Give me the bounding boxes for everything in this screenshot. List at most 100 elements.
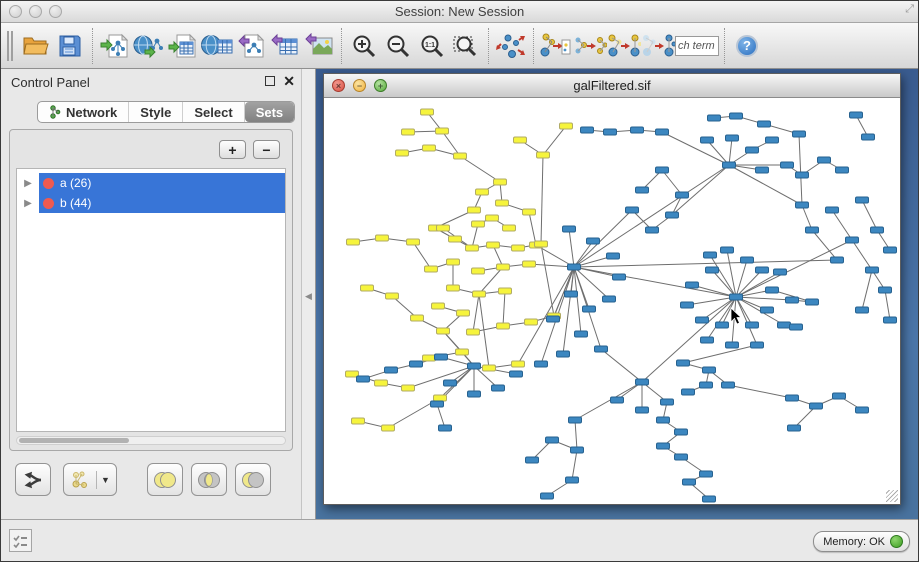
collapse-panel-icon[interactable]: ◀ <box>305 291 312 302</box>
float-panel-button[interactable] <box>265 76 275 86</box>
graph-edge[interactable] <box>832 210 852 240</box>
graph-edge[interactable] <box>729 138 732 165</box>
graph-edge[interactable] <box>862 200 877 230</box>
graph-node-blue[interactable] <box>701 137 714 143</box>
graph-edge[interactable] <box>529 212 536 245</box>
graph-node-yellow[interactable] <box>456 349 469 355</box>
graph-edge[interactable] <box>812 230 837 260</box>
graph-node-blue[interactable] <box>444 380 457 386</box>
help-button[interactable]: ? <box>730 29 764 63</box>
graph-node-yellow[interactable] <box>434 395 447 401</box>
graph-node-blue[interactable] <box>786 297 799 303</box>
graph-node-blue[interactable] <box>831 257 844 263</box>
graph-edge[interactable] <box>852 240 872 270</box>
graph-node-yellow[interactable] <box>347 239 360 245</box>
graph-edge[interactable] <box>541 155 543 244</box>
graph-node-blue[interactable] <box>796 172 809 178</box>
graph-node-blue[interactable] <box>675 454 688 460</box>
new-network-from-selection-button[interactable] <box>539 29 573 63</box>
graph-node-blue[interactable] <box>682 389 695 395</box>
graph-edge[interactable] <box>799 134 802 205</box>
tab-sets[interactable]: Sets <box>245 102 294 122</box>
graph-edge[interactable] <box>472 224 478 248</box>
graph-node-blue[interactable] <box>806 299 819 305</box>
graph-node-yellow[interactable] <box>447 285 460 291</box>
graph-node-yellow[interactable] <box>437 328 450 334</box>
graph-node-blue[interactable] <box>833 393 846 399</box>
graph-node-blue[interactable] <box>581 127 594 133</box>
graph-edge[interactable] <box>575 420 577 450</box>
graph-node-yellow[interactable] <box>425 266 438 272</box>
graph-node-blue[interactable] <box>431 401 444 407</box>
graph-node-blue[interactable] <box>657 417 670 423</box>
graph-node-blue[interactable] <box>681 302 694 308</box>
graph-node-blue[interactable] <box>666 212 679 218</box>
dropdown-caret-icon[interactable]: ▼ <box>101 475 110 485</box>
graph-node-blue[interactable] <box>741 257 754 263</box>
graph-node-blue[interactable] <box>492 385 505 391</box>
union-sets-button[interactable] <box>147 463 183 496</box>
graph-node-blue[interactable] <box>676 192 689 198</box>
graph-node-blue[interactable] <box>541 493 554 499</box>
graph-node-yellow[interactable] <box>525 319 538 325</box>
graph-node-blue[interactable] <box>656 167 669 173</box>
graph-node-blue[interactable] <box>657 443 670 449</box>
graph-node-blue[interactable] <box>856 407 869 413</box>
graph-node-blue[interactable] <box>569 417 582 423</box>
graph-node-blue[interactable] <box>604 129 617 135</box>
graph-node-yellow[interactable] <box>497 323 510 329</box>
graph-node-blue[interactable] <box>385 367 398 373</box>
graph-node-blue[interactable] <box>683 479 696 485</box>
graph-node-blue[interactable] <box>726 135 739 141</box>
graph-edge[interactable] <box>569 229 574 267</box>
graph-edge[interactable] <box>642 297 736 382</box>
difference-sets-button[interactable] <box>235 463 271 496</box>
graph-node-blue[interactable] <box>884 247 897 253</box>
graph-node-blue[interactable] <box>810 403 823 409</box>
graph-node-blue[interactable] <box>583 306 596 312</box>
graph-node-blue[interactable] <box>675 429 688 435</box>
graph-node-yellow[interactable] <box>473 291 486 297</box>
graph-edge[interactable] <box>728 385 792 398</box>
graph-node-blue[interactable] <box>357 376 370 382</box>
horizontal-scrollbar[interactable] <box>16 436 286 445</box>
graph-node-blue[interactable] <box>756 267 769 273</box>
graph-node-blue[interactable] <box>793 131 806 137</box>
graph-node-yellow[interactable] <box>437 225 450 231</box>
graph-node-blue[interactable] <box>721 247 734 253</box>
graph-node-blue[interactable] <box>686 282 699 288</box>
graph-edge[interactable] <box>473 294 479 332</box>
export-network-button[interactable] <box>234 29 268 63</box>
graph-node-blue[interactable] <box>701 337 714 343</box>
graph-node-blue[interactable] <box>656 129 669 135</box>
graph-node-yellow[interactable] <box>423 355 436 361</box>
network-canvas[interactable] <box>324 98 900 504</box>
graph-node-yellow[interactable] <box>537 152 550 158</box>
graph-node-blue[interactable] <box>557 351 570 357</box>
graph-node-blue[interactable] <box>774 269 787 275</box>
graph-node-yellow[interactable] <box>375 380 388 386</box>
graph-edge[interactable] <box>885 290 890 320</box>
graph-node-blue[interactable] <box>587 238 600 244</box>
graph-node-blue[interactable] <box>879 287 892 293</box>
graph-node-yellow[interactable] <box>454 153 467 159</box>
graph-node-blue[interactable] <box>700 471 713 477</box>
save-session-button[interactable] <box>53 29 87 63</box>
set-list-item-b[interactable]: ▶ b (44) <box>17 193 285 213</box>
graph-edge[interactable] <box>437 404 445 428</box>
apply-layout-button[interactable] <box>494 29 528 63</box>
graph-node-blue[interactable] <box>706 267 719 273</box>
fullscreen-icon[interactable]: ⤢ <box>905 3 914 16</box>
graph-node-yellow[interactable] <box>376 235 389 241</box>
graph-node-blue[interactable] <box>611 397 624 403</box>
graph-edge[interactable] <box>601 349 642 382</box>
graph-node-blue[interactable] <box>607 253 620 259</box>
graph-node-blue[interactable] <box>730 294 743 300</box>
graph-edge[interactable] <box>543 126 566 155</box>
network-window-titlebar[interactable]: × − + galFiltered.sif <box>324 74 900 98</box>
graph-node-yellow[interactable] <box>503 225 516 231</box>
import-network-file-button[interactable] <box>98 29 132 63</box>
panel-divider[interactable]: ◀ <box>301 69 316 519</box>
graph-node-blue[interactable] <box>563 226 576 232</box>
graph-node-blue[interactable] <box>613 274 626 280</box>
